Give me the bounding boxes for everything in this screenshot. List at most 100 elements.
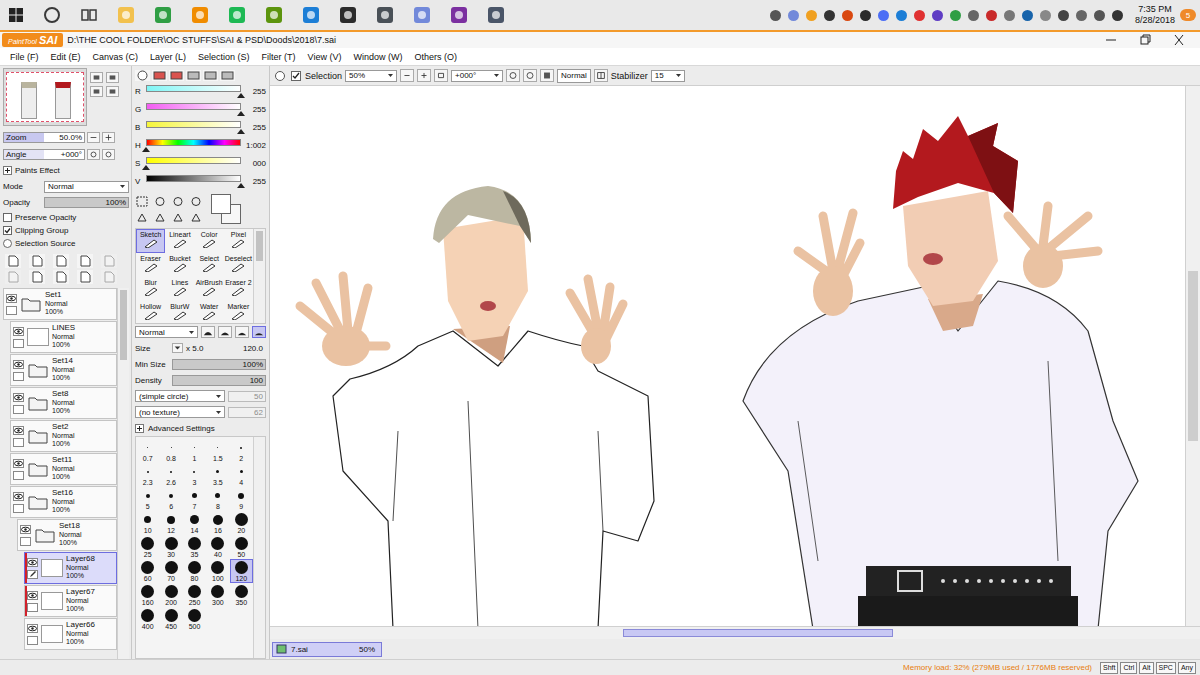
- menu-item[interactable]: Edit (E): [45, 52, 87, 62]
- tool-button[interactable]: Lines: [165, 277, 194, 301]
- brush-size-button[interactable]: 5: [136, 487, 159, 511]
- eye-icon[interactable]: [13, 426, 24, 435]
- layer-row[interactable]: Set16 Normal 100%: [10, 486, 117, 518]
- tray-icon[interactable]: [823, 9, 836, 22]
- paints-effect-row[interactable]: Paints Effect: [3, 163, 129, 178]
- slider-track[interactable]: [146, 156, 241, 170]
- slider-track[interactable]: [146, 102, 241, 116]
- canvas-horizontal-scrollbar[interactable]: [270, 626, 1200, 639]
- min-size-slider[interactable]: 100%: [172, 359, 266, 370]
- menu-item[interactable]: Window (W): [347, 52, 408, 62]
- navigator-viewport[interactable]: [6, 72, 84, 122]
- brush-size-scrollbar[interactable]: [253, 437, 265, 658]
- angle-select[interactable]: +000°: [451, 70, 503, 82]
- color-mode-icon[interactable]: [152, 70, 167, 81]
- navigator-thumbnail[interactable]: [3, 68, 87, 126]
- brush-size-button[interactable]: 3: [183, 463, 206, 487]
- menu-item[interactable]: Selection (S): [192, 52, 256, 62]
- brush-size-button[interactable]: 70: [159, 559, 182, 583]
- zoom-button-icon[interactable]: [400, 69, 414, 82]
- zoom-slider[interactable]: Zoom 50.0%: [3, 132, 85, 143]
- nav-button-icon[interactable]: [90, 72, 103, 83]
- layer-button-icon[interactable]: [101, 254, 117, 268]
- brush-shape-icon[interactable]: [201, 326, 215, 338]
- radio-icon[interactable]: [3, 239, 12, 248]
- stabilizer-select[interactable]: 15: [651, 70, 685, 82]
- layer-row[interactable]: Set2 Normal 100%: [10, 420, 117, 452]
- tool-button[interactable]: Eraser: [136, 253, 165, 277]
- notification-badge[interactable]: 5: [1180, 9, 1196, 21]
- brush-size-button[interactable]: 8: [206, 487, 229, 511]
- slider-track[interactable]: [146, 84, 241, 98]
- checkbox-icon[interactable]: [3, 213, 12, 222]
- layer-row[interactable]: Set1 Normal 100%: [3, 288, 117, 320]
- tool-button[interactable]: Eraser 2: [224, 277, 253, 301]
- tray-icon[interactable]: [985, 9, 998, 22]
- brush-size-button[interactable]: 500: [183, 607, 206, 631]
- opacity-slider[interactable]: 100%: [44, 197, 129, 208]
- brush-size-button[interactable]: 0.8: [159, 439, 182, 463]
- zoom-button-icon[interactable]: [417, 69, 431, 82]
- slider-thumb-icon[interactable]: [237, 111, 245, 116]
- layer-option[interactable]: Clipping Group: [3, 224, 129, 236]
- lock-box-icon[interactable]: [13, 471, 24, 480]
- app-icon[interactable]: [413, 6, 431, 24]
- color-circle-icon[interactable]: [273, 70, 287, 82]
- brush-size-button[interactable]: 300: [206, 583, 229, 607]
- tool-button[interactable]: Lineart: [165, 229, 194, 253]
- brush-size-button[interactable]: 100: [206, 559, 229, 583]
- slider-track[interactable]: [146, 138, 241, 152]
- brush-size-button[interactable]: 0.7: [136, 439, 159, 463]
- eye-icon[interactable]: [27, 558, 38, 567]
- brush-size-button[interactable]: 12: [159, 511, 182, 535]
- tray-icon[interactable]: [967, 9, 980, 22]
- minimize-icon[interactable]: [1096, 33, 1126, 47]
- zoom-select[interactable]: 50%: [345, 70, 397, 82]
- brush-size-button[interactable]: 1.5: [206, 439, 229, 463]
- app-icon[interactable]: [191, 6, 209, 24]
- windows-start-icon[interactable]: [8, 7, 24, 23]
- advanced-settings[interactable]: Advanced Settings: [135, 420, 266, 436]
- close-icon[interactable]: [1164, 33, 1194, 47]
- brush-size-button[interactable]: 250: [183, 583, 206, 607]
- brush-size-button[interactable]: 6: [159, 487, 182, 511]
- menu-item[interactable]: Filter (T): [256, 52, 302, 62]
- rotate-right-icon[interactable]: [102, 149, 115, 160]
- shape-strength[interactable]: 50: [228, 391, 266, 402]
- slider-thumb-icon[interactable]: [142, 147, 150, 152]
- tray-icon[interactable]: [1075, 9, 1088, 22]
- layer-row[interactable]: Set14 Normal 100%: [10, 354, 117, 386]
- selection-tool-icon[interactable]: [171, 211, 185, 224]
- tray-icon[interactable]: [1003, 9, 1016, 22]
- tool-button[interactable]: Pixel: [224, 229, 253, 253]
- restore-icon[interactable]: [1130, 33, 1160, 47]
- tray-icon[interactable]: [841, 9, 854, 22]
- lock-box-icon[interactable]: [27, 636, 38, 645]
- eye-icon[interactable]: [13, 492, 24, 501]
- lock-box-icon[interactable]: [13, 504, 24, 513]
- brush-shape-icon[interactable]: [252, 326, 266, 338]
- canvas-vertical-scrollbar[interactable]: [1185, 86, 1200, 626]
- expand-icon[interactable]: [3, 166, 12, 175]
- brush-size-button[interactable]: 35: [183, 535, 206, 559]
- canvas[interactable]: [270, 86, 1185, 626]
- tray-icon[interactable]: [769, 9, 782, 22]
- layer-scrollbar[interactable]: [117, 288, 129, 659]
- layer-button-icon[interactable]: [77, 270, 93, 284]
- selection-tool-icon[interactable]: [189, 211, 203, 224]
- eye-icon[interactable]: [20, 525, 31, 534]
- selection-tool-icon[interactable]: [135, 211, 149, 224]
- color-mode-icon[interactable]: [203, 70, 218, 81]
- menu-item[interactable]: View (V): [302, 52, 348, 62]
- layer-row[interactable]: Set11 Normal 100%: [10, 453, 117, 485]
- app-icon[interactable]: [80, 6, 98, 24]
- eye-icon[interactable]: [13, 459, 24, 468]
- selection-label[interactable]: Selection: [305, 71, 342, 81]
- tool-button[interactable]: BlurW: [165, 301, 194, 324]
- nav-button-icon[interactable]: [106, 72, 119, 83]
- rotate-button-icon[interactable]: [506, 69, 520, 82]
- tray-icon[interactable]: [859, 9, 872, 22]
- layer-button-icon[interactable]: [5, 270, 21, 284]
- lock-box-icon[interactable]: [27, 603, 38, 612]
- tray-icon[interactable]: [877, 9, 890, 22]
